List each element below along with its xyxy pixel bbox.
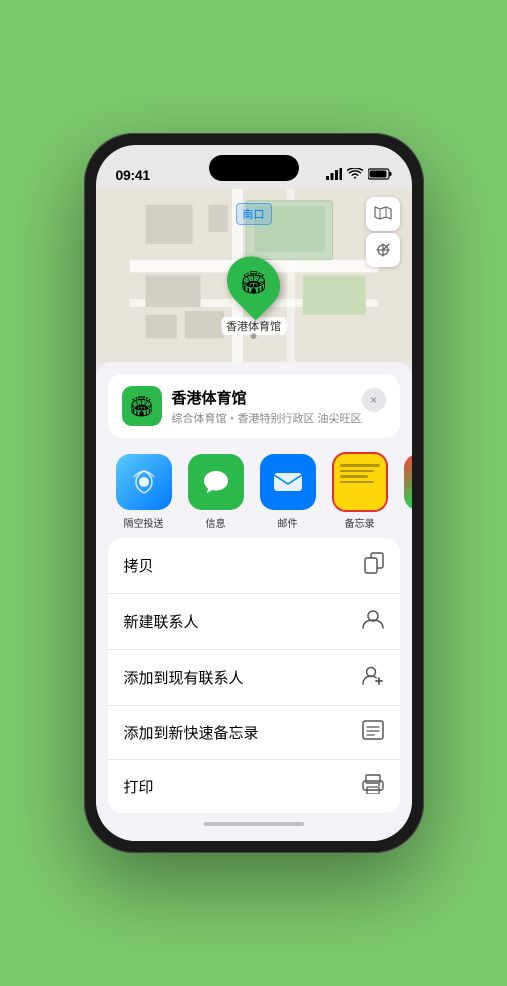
airdrop-label: 隔空投送 — [124, 515, 164, 530]
share-item-airdrop[interactable]: 隔空投送 — [108, 454, 180, 530]
notes-line-1 — [340, 464, 380, 467]
action-copy[interactable]: 拷贝 — [108, 538, 400, 594]
bottom-sheet: 🏟 香港体育馆 综合体育馆・香港特别行政区 油尖旺区 × — [96, 362, 412, 841]
home-bar — [204, 822, 304, 826]
signal-icon — [326, 168, 342, 183]
action-new-contact-label: 新建联系人 — [124, 611, 199, 632]
status-time: 09:41 — [116, 167, 150, 183]
action-new-contact[interactable]: 新建联系人 — [108, 594, 400, 650]
notes-label: 备忘录 — [345, 515, 375, 530]
venue-info: 香港体育馆 综合体育馆・香港特别行政区 油尖旺区 — [172, 387, 386, 426]
map-area[interactable]: 南口 — [96, 189, 412, 362]
notes-line-3 — [340, 475, 368, 478]
map-type-button[interactable] — [366, 197, 400, 231]
more-icon — [404, 454, 412, 510]
venue-close-button[interactable]: × — [362, 388, 386, 412]
pin-icon-inner: 🏟 — [240, 270, 268, 296]
location-button[interactable] — [366, 233, 400, 267]
map-controls — [366, 197, 400, 267]
action-quick-note[interactable]: 添加到新快速备忘录 — [108, 706, 400, 760]
pin-dot — [251, 333, 257, 339]
share-item-notes[interactable]: 备忘录 — [324, 454, 396, 530]
messages-label: 信息 — [206, 515, 226, 530]
action-copy-label: 拷贝 — [124, 555, 154, 576]
share-item-messages[interactable]: 信息 — [180, 454, 252, 530]
add-contact-icon — [362, 664, 384, 691]
location-pin: 🏟 香港体育馆 — [221, 255, 286, 335]
print-icon — [362, 774, 384, 799]
status-icons — [326, 168, 392, 183]
battery-icon — [368, 168, 392, 183]
action-print-label: 打印 — [124, 776, 154, 797]
notes-line-4 — [340, 481, 374, 484]
share-item-mail[interactable]: 邮件 — [252, 454, 324, 530]
map-label: 南口 — [236, 203, 272, 225]
notes-line-2 — [340, 470, 374, 473]
venue-card: 🏟 香港体育馆 综合体育馆・香港特别行政区 油尖旺区 × — [108, 374, 400, 438]
airdrop-icon — [116, 454, 172, 510]
mail-label: 邮件 — [278, 515, 298, 530]
pin-icon: 🏟 — [216, 245, 291, 320]
home-indicator — [96, 813, 412, 841]
share-item-more[interactable]: 推 — [396, 454, 412, 530]
messages-icon — [188, 454, 244, 510]
notes-icon — [332, 454, 388, 510]
action-print[interactable]: 打印 — [108, 760, 400, 813]
share-row: 隔空投送 信息 — [96, 446, 412, 538]
mail-icon — [260, 454, 316, 510]
phone-frame: 09:41 — [84, 133, 424, 853]
phone-screen: 09:41 — [96, 145, 412, 841]
new-contact-icon — [362, 608, 384, 635]
dynamic-island — [209, 155, 299, 181]
quick-note-icon — [362, 720, 384, 745]
action-add-contact-label: 添加到现有联系人 — [124, 667, 244, 688]
wifi-icon — [347, 168, 363, 183]
copy-icon — [364, 552, 384, 579]
action-quick-note-label: 添加到新快速备忘录 — [124, 722, 259, 743]
venue-subtitle: 综合体育馆・香港特别行政区 油尖旺区 — [172, 410, 386, 426]
venue-icon: 🏟 — [122, 386, 162, 426]
venue-name: 香港体育馆 — [172, 387, 386, 408]
action-list: 拷贝 新建联系人 — [108, 538, 400, 813]
action-add-contact[interactable]: 添加到现有联系人 — [108, 650, 400, 706]
